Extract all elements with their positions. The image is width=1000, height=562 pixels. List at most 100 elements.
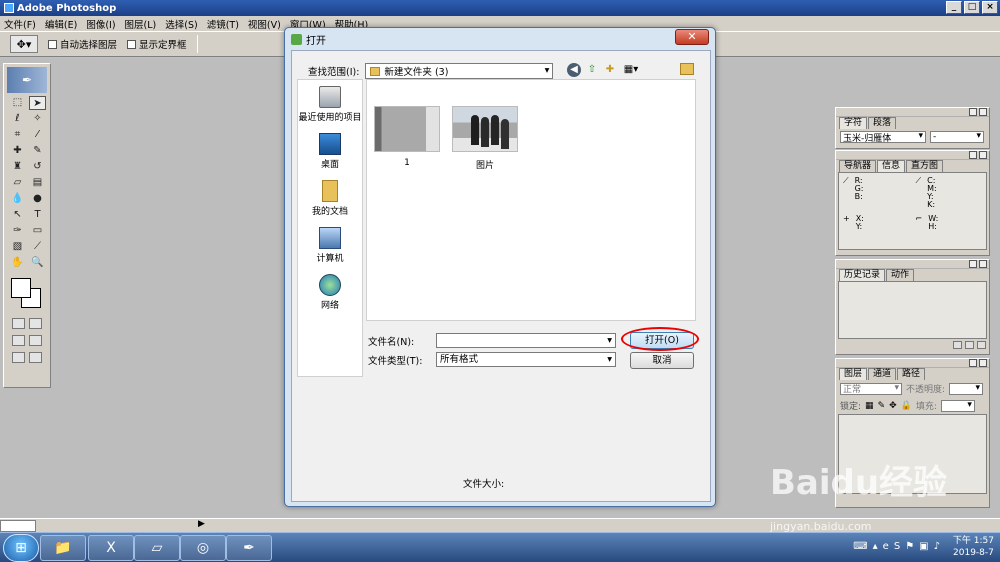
close-button[interactable]: ×	[982, 1, 998, 14]
tab-history[interactable]: 历史记录	[839, 269, 886, 281]
panel-close-icon[interactable]	[979, 151, 987, 159]
pen-tool-icon[interactable]: ✑	[9, 224, 26, 238]
cancel-button[interactable]: 取消	[630, 352, 694, 369]
back-icon[interactable]: ◀	[567, 63, 581, 77]
place-computer[interactable]: 计算机	[298, 227, 362, 268]
dialog-close-button[interactable]: ✕	[675, 29, 709, 45]
menu-view[interactable]: 视图(V)	[248, 17, 281, 31]
tab-layers[interactable]: 图层	[839, 368, 868, 380]
show-bounds-checkbox[interactable]: 显示定界框	[127, 37, 187, 51]
magic-wand-icon[interactable]: ✧	[29, 112, 46, 126]
history-brush-icon[interactable]: ↺	[29, 160, 46, 174]
lasso-tool-icon[interactable]: ℓ	[9, 112, 26, 126]
start-button[interactable]: ⊞	[3, 534, 39, 562]
eraser-tool-icon[interactable]: ▱	[9, 176, 26, 190]
move-tool-icon[interactable]: ➤	[29, 96, 46, 110]
lock-all-icon[interactable]: 🔒	[901, 401, 912, 411]
jump-to-icon[interactable]	[29, 352, 42, 363]
zoom-field[interactable]	[0, 520, 36, 532]
file-item[interactable]: 1	[372, 106, 442, 168]
crop-tool-icon[interactable]: ⌗	[9, 128, 26, 142]
menu-edit[interactable]: 编辑(E)	[45, 17, 77, 31]
minimize-button[interactable]: _	[946, 1, 962, 14]
tab-channels[interactable]: 通道	[868, 368, 897, 380]
place-documents[interactable]: 我的文档	[298, 180, 362, 221]
lock-image-icon[interactable]: ✎	[878, 401, 886, 411]
new-folder-icon[interactable]: ✚	[603, 63, 617, 77]
tray-pdf-icon[interactable]: ⚑	[905, 541, 914, 552]
view-menu-icon[interactable]: ▦▾	[621, 63, 641, 77]
panel-minimize-icon[interactable]	[969, 359, 977, 367]
taskbar-excel-icon[interactable]: X	[88, 535, 134, 561]
file-item[interactable]: 图片	[450, 106, 520, 171]
clock[interactable]: 下午 1:57 2019-8-7	[953, 535, 994, 559]
tray-expand-icon[interactable]: ▴	[873, 541, 878, 552]
tab-navigator[interactable]: 导航器	[839, 160, 877, 172]
checkbox-box[interactable]	[127, 39, 137, 49]
type-tool-icon[interactable]: T	[29, 208, 46, 222]
healing-brush-icon[interactable]: ✚	[9, 144, 26, 158]
fill-input[interactable]	[940, 399, 975, 412]
menu-image[interactable]: 图像(I)	[86, 17, 115, 31]
taskbar-browser-icon[interactable]: ◎	[180, 535, 226, 561]
trash-icon[interactable]	[977, 341, 986, 349]
panel-minimize-icon[interactable]	[969, 260, 977, 268]
eyedropper-tool-icon[interactable]: ⟋	[29, 240, 46, 254]
quick-mask-icon[interactable]	[29, 318, 42, 329]
blur-tool-icon[interactable]: 💧	[9, 192, 26, 206]
place-recent[interactable]: 最近使用的项目	[298, 86, 362, 127]
desktop-folder-icon[interactable]	[680, 63, 694, 75]
font-style-select[interactable]: -	[930, 131, 984, 143]
clone-stamp-icon[interactable]: ♜	[9, 160, 26, 174]
place-network[interactable]: 网络	[298, 274, 362, 315]
menu-filter[interactable]: 滤镜(T)	[207, 17, 239, 31]
tray-s-icon[interactable]: S	[894, 541, 900, 552]
screen-mode-1-icon[interactable]	[12, 335, 25, 346]
up-folder-icon[interactable]: ⇧	[585, 63, 599, 77]
filetype-select[interactable]: 所有格式	[436, 352, 616, 367]
tab-character[interactable]: 字符	[839, 117, 868, 129]
opacity-input[interactable]	[949, 382, 984, 395]
shape-tool-icon[interactable]: ▭	[29, 224, 46, 238]
history-list[interactable]	[838, 281, 987, 339]
checkbox-box[interactable]	[48, 39, 57, 49]
new-document-icon[interactable]	[965, 341, 974, 349]
place-desktop[interactable]: 桌面	[298, 133, 362, 174]
blend-mode-select[interactable]: 正常	[840, 382, 902, 395]
menu-layer[interactable]: 图层(L)	[125, 17, 157, 31]
panel-close-icon[interactable]	[979, 260, 987, 268]
tab-info[interactable]: 信息	[877, 160, 906, 172]
lock-transparency-icon[interactable]: ▦	[865, 401, 874, 411]
status-arrow-icon[interactable]: ▶	[198, 519, 205, 529]
tab-actions[interactable]: 动作	[886, 269, 915, 281]
imageready-icon[interactable]	[12, 352, 25, 363]
menu-select[interactable]: 选择(S)	[165, 17, 197, 31]
tab-paths[interactable]: 路径	[897, 368, 926, 380]
maximize-button[interactable]: □	[964, 1, 980, 14]
zoom-tool-icon[interactable]: 🔍	[29, 256, 46, 270]
tray-volume-icon[interactable]: ♪	[934, 541, 940, 552]
tab-histogram[interactable]: 直方图	[906, 160, 944, 172]
path-select-icon[interactable]: ↖	[9, 208, 26, 222]
auto-select-checkbox[interactable]: 自动选择图层	[48, 37, 117, 51]
move-tool-preset-icon[interactable]: ✥▾	[10, 35, 38, 53]
taskbar-photoshop-icon[interactable]: ✒	[226, 535, 272, 561]
font-family-select[interactable]: 玉米-归雁体	[840, 131, 926, 144]
panel-minimize-icon[interactable]	[969, 151, 977, 159]
tray-keyboard-icon[interactable]: ⌨	[853, 541, 867, 552]
filename-input[interactable]	[436, 333, 616, 348]
dodge-tool-icon[interactable]: ●	[29, 192, 46, 206]
taskbar-explorer-icon[interactable]: 📁	[40, 535, 86, 561]
hand-tool-icon[interactable]: ✋	[9, 256, 26, 270]
lock-position-icon[interactable]: ✥	[889, 401, 897, 411]
feather-logo-icon[interactable]: ✒	[7, 67, 47, 93]
panel-minimize-icon[interactable]	[969, 108, 977, 116]
standard-mode-icon[interactable]	[12, 318, 25, 329]
tray-network-icon[interactable]: ▣	[919, 541, 928, 552]
tray-ie-icon[interactable]: e	[883, 541, 889, 552]
tab-paragraph[interactable]: 段落	[868, 117, 897, 129]
notes-tool-icon[interactable]: ▧	[9, 240, 26, 254]
marquee-tool-icon[interactable]: ⬚	[9, 96, 26, 110]
slice-tool-icon[interactable]: ⁄	[29, 128, 46, 142]
screen-mode-2-icon[interactable]	[29, 335, 42, 346]
